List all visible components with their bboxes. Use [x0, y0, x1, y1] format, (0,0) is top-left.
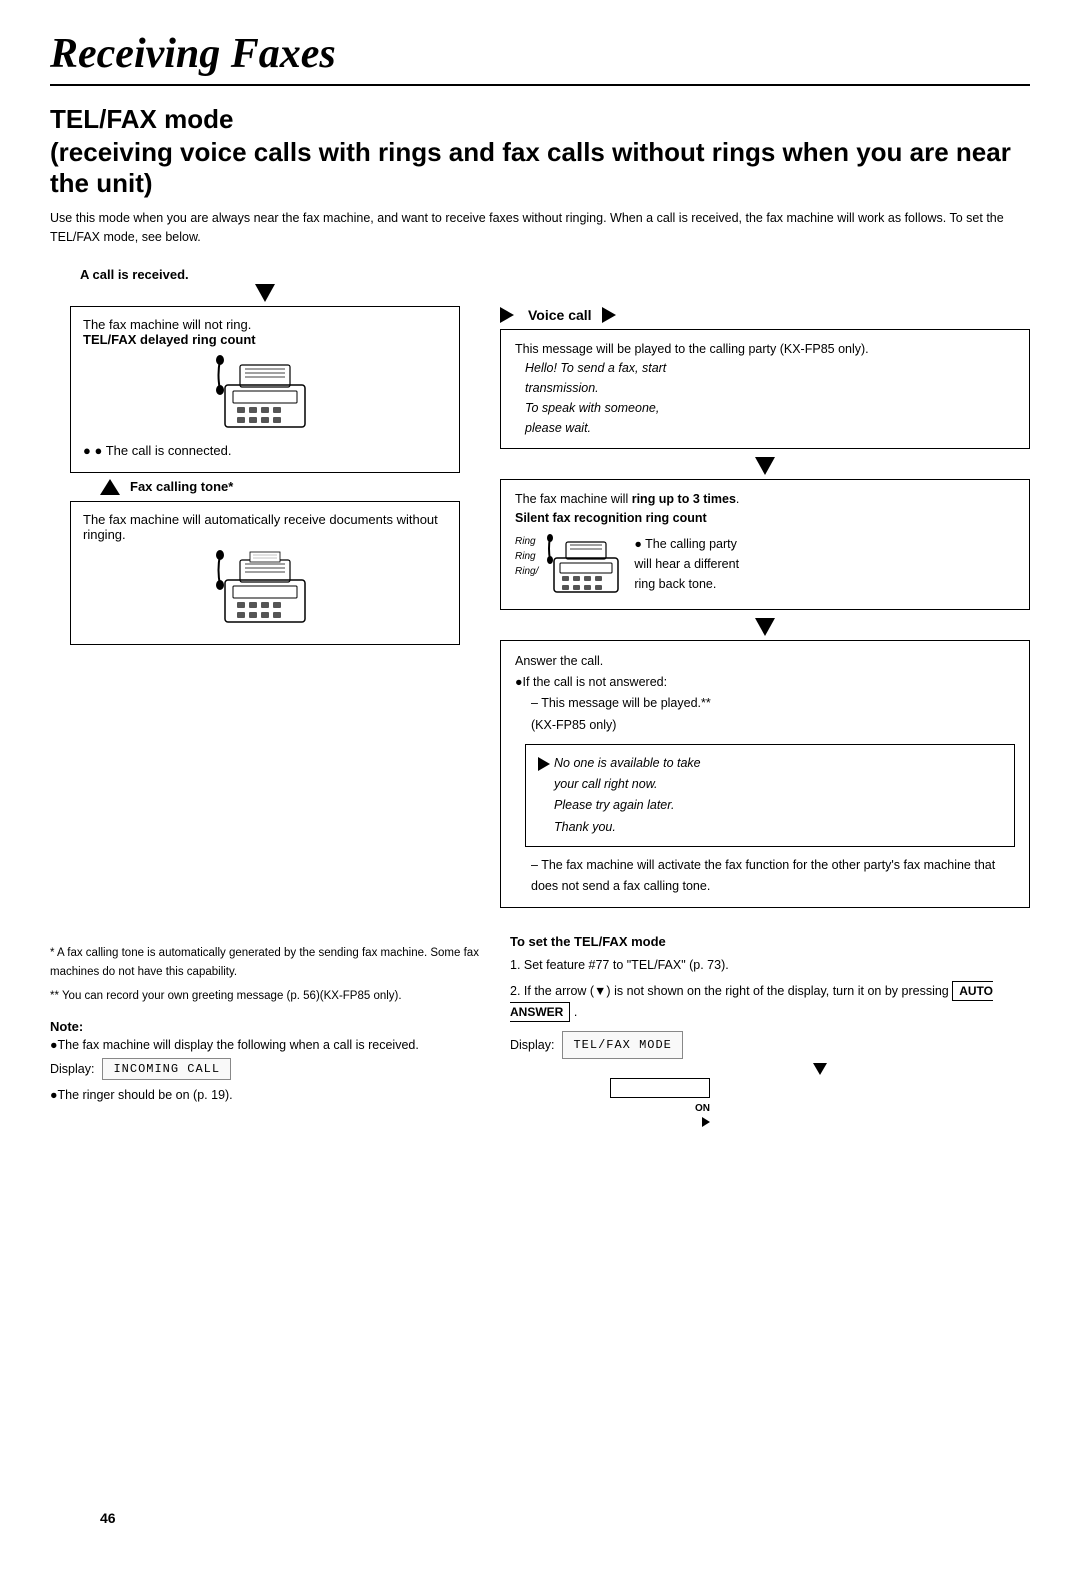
note-display-label: Display:: [50, 1062, 94, 1076]
fax-machine-left-bottom: [215, 550, 315, 630]
italic-msg2-l4: Thank you.: [554, 820, 616, 834]
right-column: Voice call This message will be played t…: [500, 267, 1030, 915]
on-arrow: [702, 1117, 710, 1127]
answer-line4: (KX-FP85 only): [531, 715, 1015, 736]
to-set-step1: 1. Set feature #77 to "TEL/FAX" (p. 73).: [510, 955, 1030, 976]
voice-call-arrow2: [602, 307, 616, 323]
arrow-right-col-2: [500, 616, 1030, 640]
to-set-display-value: TEL/FAX MODE: [562, 1031, 682, 1059]
ring-times-box: The fax machine will ring up to 3 times.…: [500, 479, 1030, 610]
left-box1-line1: The fax machine will not ring.: [83, 317, 447, 332]
page-title: Receiving Faxes: [50, 30, 1030, 86]
voice-call-row: Voice call: [500, 307, 1030, 323]
fax-machine-ring: [546, 534, 626, 599]
intro-text: Use this mode when you are always near t…: [50, 209, 1030, 247]
main-layout: A call is received. The fax machine will…: [50, 267, 1030, 915]
display-down-arrow: [813, 1063, 827, 1075]
left-bottom-box: The fax machine will automatically recei…: [70, 501, 460, 645]
ring-labels: RingRingRing/: [515, 534, 538, 579]
calling-party-l1: ● The calling party: [634, 537, 737, 551]
voice-call-arrow: [500, 307, 514, 323]
answer-line3: – This message will be played.**: [531, 693, 1015, 714]
note-section: Note: ●The fax machine will display the …: [50, 1019, 480, 1102]
display-arrow-on: ON: [610, 1063, 1030, 1127]
italic-msg1-l1: Hello! To send a fax, start: [525, 361, 666, 375]
fax-machine-left-top: [215, 355, 315, 435]
left-box1-line2: TEL/FAX delayed ring count: [83, 332, 447, 347]
right-box1-text: This message will be played to the calli…: [515, 340, 1015, 359]
display-empty-box: [610, 1078, 710, 1098]
quote2-arrow: [538, 757, 550, 771]
calling-party-text: ● The calling party will hear a differen…: [634, 534, 739, 594]
step2-part1: 2. If the arrow (▼) is not shown on the …: [510, 984, 952, 998]
to-set-display-label: Display:: [510, 1035, 554, 1056]
italic-msg1-l3: To speak with someone,: [525, 401, 659, 415]
note-line2: ●The ringer should be on (p. 19).: [50, 1088, 480, 1102]
step2-part2: .: [574, 1005, 577, 1019]
diamond-up-arrow: [100, 479, 120, 495]
italic-msg2-l1: No one is available to take: [554, 756, 701, 770]
right-top-box: This message will be played to the calli…: [500, 329, 1030, 450]
italic-msg2-l2: your call right now.: [554, 777, 658, 791]
note-display-value: INCOMING CALL: [102, 1058, 231, 1080]
left-box2-text: The fax machine will automatically recei…: [83, 512, 447, 542]
on-label: ON: [610, 1100, 710, 1117]
ring-times-text: The fax machine will ring up to 3 times.…: [515, 490, 1015, 528]
section-heading: TEL/FAX mode: [50, 104, 1030, 135]
left-column: A call is received. The fax machine will…: [50, 267, 480, 915]
fax-calling-tone: Fax calling tone*: [130, 479, 233, 494]
section-subheading: (receiving voice calls with rings and fa…: [50, 137, 1030, 199]
footnote-star1: * A fax calling tone is automatically ge…: [50, 944, 480, 981]
answer-call-box: Answer the call. ●If the call is not ans…: [500, 640, 1030, 909]
footnote-star2: ** You can record your own greeting mess…: [50, 987, 480, 1005]
left-large-box: The fax machine will not ring. TEL/FAX d…: [70, 306, 460, 473]
calling-party-l2: will hear a different: [634, 557, 739, 571]
notes-right: To set the TEL/FAX mode 1. Set feature #…: [510, 934, 1030, 1127]
to-set-title: To set the TEL/FAX mode: [510, 934, 1030, 949]
answer-line5: – The fax machine will activate the fax …: [531, 855, 1015, 898]
italic-message2: No one is available to take your call ri…: [525, 744, 1015, 847]
note-line1: ●The fax machine will display the follow…: [50, 1038, 480, 1052]
to-set-display-row: Display: TEL/FAX MODE: [510, 1031, 1030, 1059]
italic-msg2-l3: Please try again later.: [554, 798, 674, 812]
italic-msg1-l2: transmission.: [525, 381, 599, 395]
note-title: Note:: [50, 1019, 480, 1034]
footnotes: * A fax calling tone is automatically ge…: [50, 944, 480, 1005]
to-set-step2: 2. If the arrow (▼) is not shown on the …: [510, 981, 1030, 1024]
answer-line2: ●If the call is not answered:: [515, 672, 1015, 693]
silent-fax-label: Silent fax recognition ring count: [515, 511, 707, 525]
italic-msg2-text: No one is available to take your call ri…: [554, 753, 701, 838]
call-received-label: A call is received.: [80, 267, 189, 282]
calling-party-l3: ring back tone.: [634, 577, 716, 591]
voice-call-label: Voice call: [528, 307, 592, 323]
notes-left: * A fax calling tone is automatically ge…: [50, 934, 480, 1127]
answer-line1: Answer the call.: [515, 651, 1015, 672]
italic-msg1-l4: please wait.: [525, 421, 591, 435]
arrow-right-col-1: [500, 455, 1030, 479]
page-number: 46: [100, 1510, 116, 1526]
bottom-section: * A fax calling tone is automatically ge…: [50, 934, 1030, 1127]
call-connected: ● The call is connected.: [83, 443, 447, 458]
to-set-steps: 1. Set feature #77 to "TEL/FAX" (p. 73).…: [510, 955, 1030, 1127]
note-display-row: Display: INCOMING CALL: [50, 1058, 480, 1080]
italic-message1: Hello! To send a fax, start transmission…: [525, 358, 1015, 438]
arrow-down-1: [255, 284, 275, 302]
